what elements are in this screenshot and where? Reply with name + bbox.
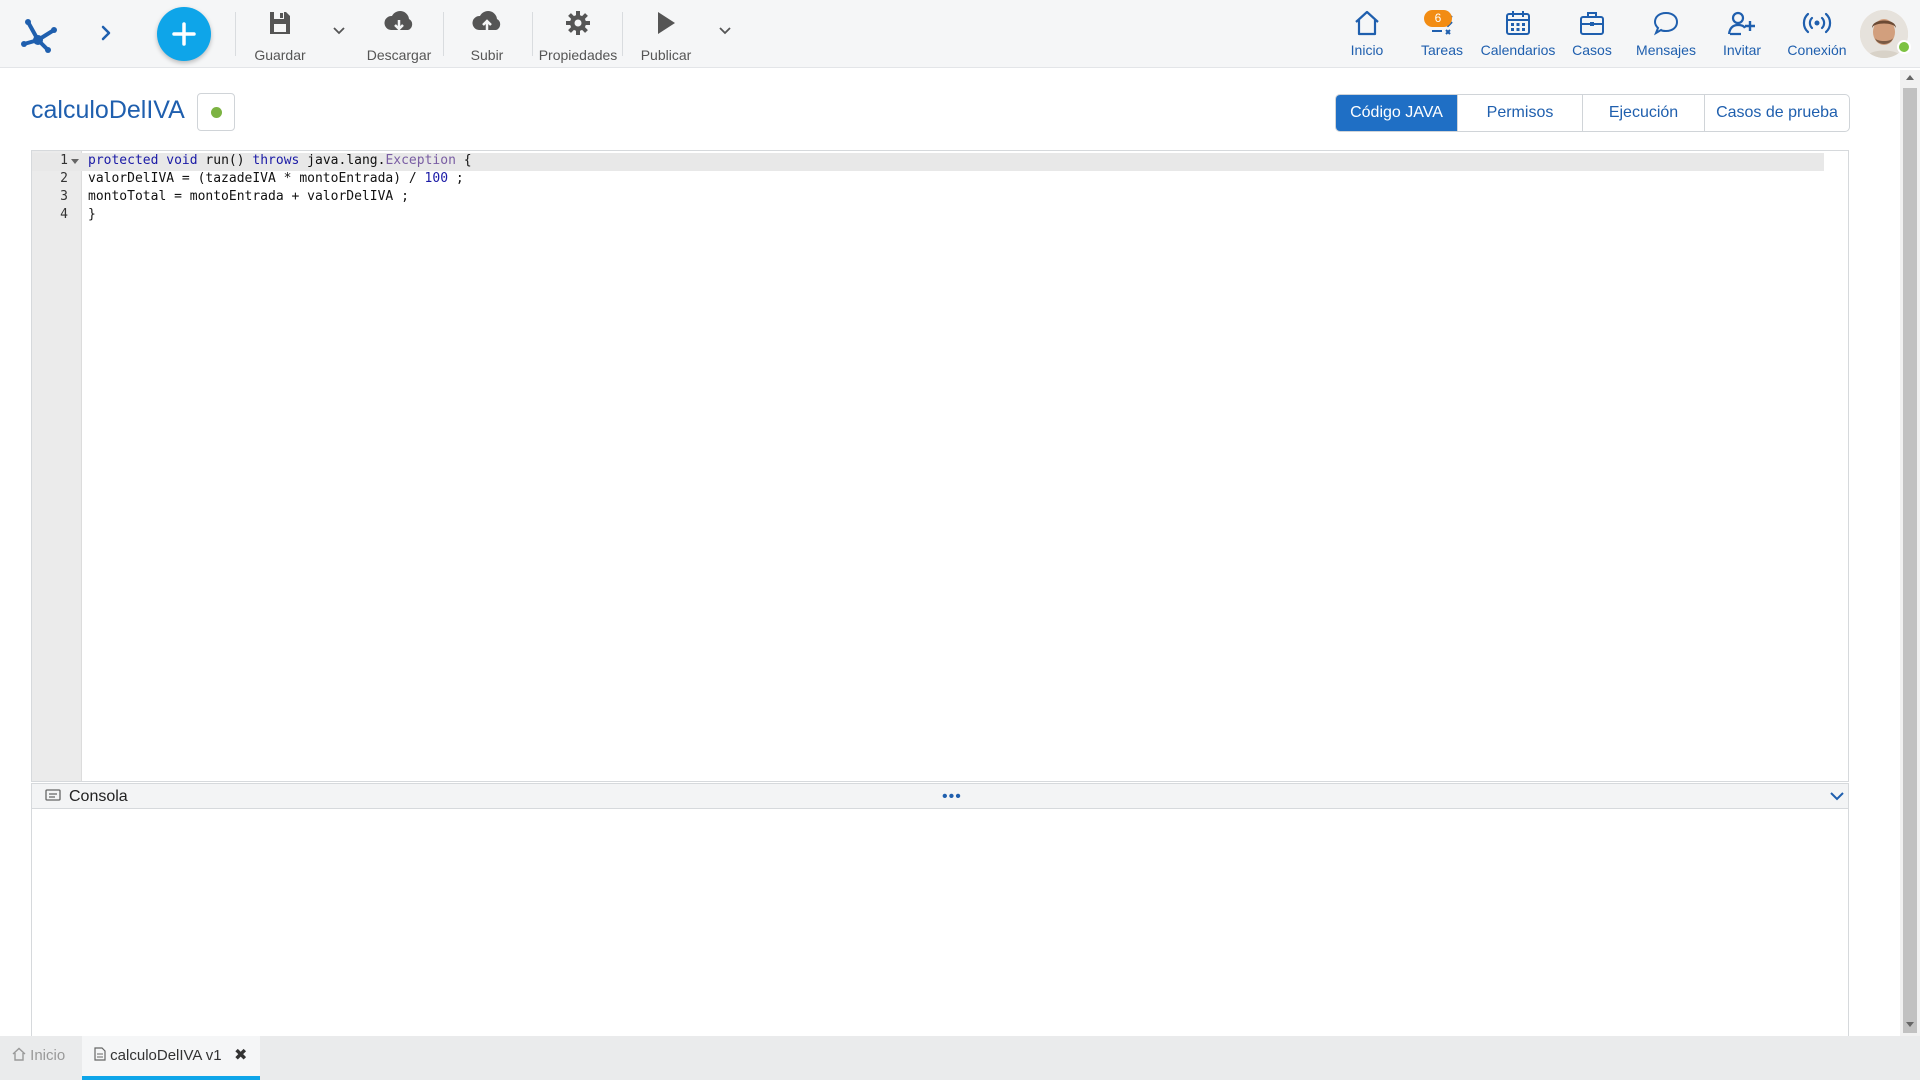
code-editor[interactable]: 1 2 3 4 protected void run() throws java… bbox=[31, 150, 1849, 782]
publish-options-chevron-down-icon[interactable] bbox=[716, 20, 734, 40]
bottom-tab-document-label: calculoDelIVA v1 bbox=[110, 1047, 222, 1064]
toolbar-divider bbox=[532, 12, 533, 56]
toolbar-divider bbox=[235, 12, 236, 56]
cloud-download-icon bbox=[384, 11, 413, 31]
tab-permisos[interactable]: Permisos bbox=[1458, 95, 1583, 131]
download-button[interactable]: Descargar bbox=[360, 8, 438, 63]
expand-menu-chevron-icon[interactable] bbox=[94, 18, 118, 48]
nav-messages[interactable]: Mensajes bbox=[1634, 8, 1698, 60]
nav-calendars[interactable]: Calendarios bbox=[1480, 8, 1556, 60]
scroll-down-arrow-icon[interactable] bbox=[1906, 1022, 1914, 1027]
home-icon bbox=[1355, 10, 1379, 36]
close-tab-icon[interactable]: ✖ bbox=[234, 1036, 247, 1076]
tab-ejecucion[interactable]: Ejecución bbox=[1583, 95, 1705, 131]
top-toolbar: Guardar Descargar Subir Propiedades Publ… bbox=[0, 0, 1920, 68]
nav-cases-label: Casos bbox=[1572, 42, 1612, 58]
document-icon bbox=[94, 1047, 106, 1061]
nav-calendars-label: Calendarios bbox=[1480, 42, 1556, 58]
nav-cases[interactable]: Casos bbox=[1569, 8, 1615, 60]
code-line: montoTotal = montoEntrada + valorDelIVA … bbox=[88, 189, 409, 204]
page-scrollbar[interactable] bbox=[1900, 70, 1920, 1036]
status-button[interactable] bbox=[197, 93, 235, 131]
console-header: Consola ••• bbox=[31, 783, 1849, 809]
code-text: { bbox=[455, 153, 472, 168]
calendar-icon bbox=[1506, 11, 1530, 35]
code-keyword: protected bbox=[88, 153, 159, 168]
console-output[interactable] bbox=[31, 809, 1849, 1037]
nav-home-label: Inicio bbox=[1350, 42, 1384, 58]
line-number: 4 bbox=[60, 207, 68, 222]
bottom-tab-home-label: Inicio bbox=[30, 1047, 66, 1064]
upload-button[interactable]: Subir bbox=[455, 8, 519, 63]
nav-connection[interactable]: Conexión bbox=[1784, 8, 1850, 60]
bottom-tab-bar: Inicio calculoDelIVA v1 ✖ bbox=[0, 1036, 1920, 1080]
nav-tasks[interactable]: 6 Tareas bbox=[1414, 8, 1470, 60]
code-keyword: throws bbox=[252, 153, 300, 168]
tab-casos-de-prueba[interactable]: Casos de prueba bbox=[1705, 95, 1849, 131]
code-keyword: void bbox=[166, 153, 198, 168]
publish-label: Publicar bbox=[640, 47, 692, 63]
nav-invite[interactable]: Invitar bbox=[1718, 8, 1766, 60]
code-line: protected void run() throws java.lang.Ex… bbox=[88, 153, 472, 168]
home-icon bbox=[12, 1047, 26, 1061]
nav-messages-label: Mensajes bbox=[1636, 42, 1696, 58]
line-number-gutter bbox=[32, 151, 82, 781]
page-title: calculoDelIVA bbox=[31, 96, 185, 124]
tab-codigo-java[interactable]: Código JAVA bbox=[1336, 95, 1458, 131]
code-line: valorDelIVA = (tazadeIVA * montoEntrada)… bbox=[88, 171, 464, 186]
broadcast-signal-icon bbox=[1802, 12, 1832, 34]
line-number: 2 bbox=[60, 171, 68, 186]
bottom-tab-document[interactable]: calculoDelIVA v1 ✖ bbox=[82, 1036, 260, 1080]
collapse-chevron-down-icon[interactable] bbox=[1829, 789, 1845, 803]
status-indicator bbox=[211, 107, 222, 118]
view-tabs: Código JAVA Permisos Ejecución Casos de … bbox=[1335, 94, 1850, 132]
nav-connection-label: Conexión bbox=[1787, 42, 1847, 58]
online-status-indicator bbox=[1897, 40, 1911, 54]
toolbar-divider bbox=[622, 12, 623, 56]
add-new-button[interactable] bbox=[157, 7, 211, 61]
gear-icon bbox=[566, 11, 590, 35]
add-user-icon bbox=[1727, 11, 1755, 36]
resize-handle[interactable]: ••• bbox=[942, 788, 962, 806]
chat-bubble-icon bbox=[1653, 11, 1679, 36]
nav-home[interactable]: Inicio bbox=[1344, 8, 1390, 60]
toolbar-divider bbox=[443, 12, 444, 56]
nav-invite-label: Invitar bbox=[1722, 42, 1762, 58]
cloud-upload-icon bbox=[472, 11, 501, 32]
code-line: } bbox=[88, 207, 96, 222]
tasks-count-badge: 6 bbox=[1424, 10, 1452, 27]
nav-tasks-label: Tareas bbox=[1420, 42, 1464, 58]
console-label: Consola bbox=[69, 788, 128, 805]
briefcase-icon bbox=[1580, 12, 1604, 35]
code-text: run() bbox=[197, 153, 253, 168]
play-icon bbox=[658, 12, 675, 34]
line-number: 1 bbox=[60, 153, 68, 168]
properties-button[interactable]: Propiedades bbox=[538, 8, 618, 63]
fold-arrow-icon[interactable] bbox=[71, 159, 79, 164]
code-number: 100 bbox=[424, 171, 449, 186]
scroll-up-arrow-icon[interactable] bbox=[1906, 75, 1914, 80]
plus-icon bbox=[172, 22, 196, 46]
active-tab-indicator bbox=[82, 1076, 260, 1080]
code-text: valorDelIVA = (tazadeIVA * montoEntrada)… bbox=[88, 171, 425, 186]
upload-label: Subir bbox=[470, 47, 504, 63]
save-button[interactable]: Guardar bbox=[248, 8, 312, 63]
save-options-chevron-down-icon[interactable] bbox=[330, 20, 348, 40]
properties-label: Propiedades bbox=[538, 47, 618, 63]
floppy-disk-icon bbox=[270, 12, 290, 34]
code-text: montoTotal = montoEntrada + valorDelIVA … bbox=[88, 189, 409, 204]
console-icon bbox=[45, 789, 61, 801]
code-text: } bbox=[88, 207, 96, 222]
app-logo-icon[interactable] bbox=[14, 10, 62, 58]
scrollbar-thumb[interactable] bbox=[1903, 88, 1917, 1033]
code-text: java.lang. bbox=[299, 153, 386, 168]
line-number: 3 bbox=[60, 189, 68, 204]
download-label: Descargar bbox=[366, 47, 432, 63]
code-text: ; bbox=[448, 171, 464, 186]
bottom-tab-home[interactable]: Inicio bbox=[12, 1036, 65, 1080]
code-class-name: Exception bbox=[385, 153, 456, 168]
publish-button[interactable]: Publicar bbox=[634, 8, 698, 63]
save-label: Guardar bbox=[254, 47, 306, 63]
